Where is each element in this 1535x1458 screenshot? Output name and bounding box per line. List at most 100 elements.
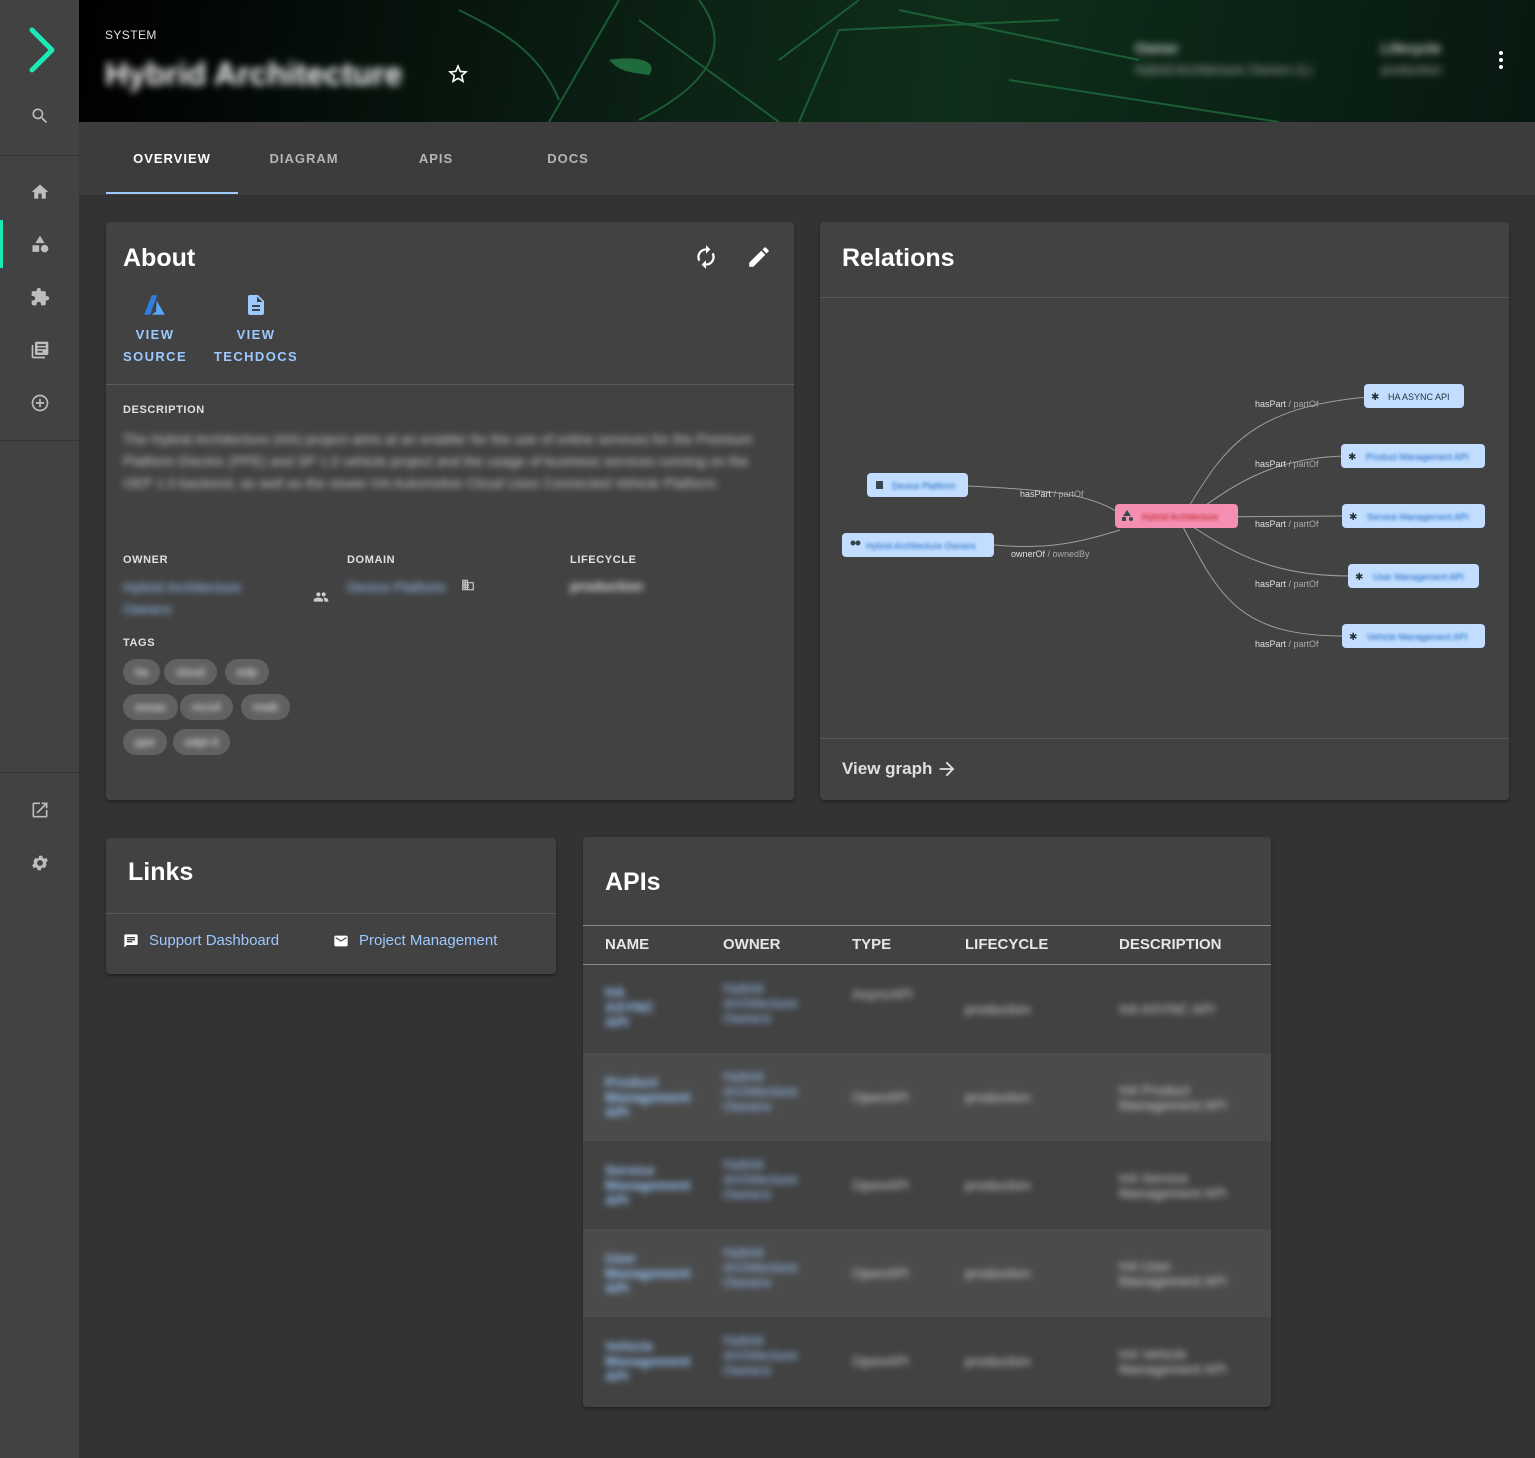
links-card: Links Support Dashboard Project Manageme… [106,838,556,974]
table-row[interactable]: User Management API Hybrid Architecture … [583,1229,1271,1317]
relation-node[interactable]: ✱ Service Management API [1342,504,1485,528]
column-header-type[interactable]: TYPE [852,936,891,953]
entity-header: SYSTEM Hybrid Architecture Owner Hybrid … [79,0,1535,122]
edge-label: hasPart / partOf [1020,489,1084,499]
lifecycle-value: production [570,578,644,594]
svg-text:Product Management API: Product Management API [1366,452,1469,462]
view-techdocs-link[interactable]: VIEW TECHDOCS [213,292,299,368]
sidebar-item-settings[interactable] [0,843,79,883]
tags-label: TAGS [123,637,156,649]
svg-text:hasPart / partOf: hasPart / partOf [1255,459,1319,469]
relations-graph: Device Platform hasPart / partOf Hybrid … [842,384,1485,649]
svg-text:hasPart / partOf: hasPart / partOf [1255,579,1319,589]
table-row[interactable]: Product Management API Hybrid Architectu… [583,1053,1271,1141]
sidebar-item-catalog[interactable] [0,220,79,268]
catalog-icon [32,235,48,253]
relations-title: Relations [842,244,955,272]
view-source-link[interactable]: VIEW SOURCE [123,292,187,368]
search-icon [31,108,47,124]
gear-icon [31,855,48,871]
relation-node[interactable]: ✱ Vehicle Management API [1342,624,1485,648]
svg-text:HA ASYNC API: HA ASYNC API [1388,392,1450,402]
table-row[interactable]: Service Management API Hybrid Architectu… [583,1141,1271,1229]
chat-icon [124,933,138,948]
tag-chip: mcs4 [180,694,233,720]
open-in-new-icon [32,802,47,818]
mail-icon [334,935,348,946]
group-icon [313,592,329,602]
home-icon [31,184,48,199]
column-header-owner[interactable]: OWNER [723,936,781,953]
tag-chip: mwb [241,694,291,720]
sidebar-item-create[interactable] [0,383,79,423]
sidebar-item-search[interactable] [0,96,79,136]
add-circle-icon [31,394,48,412]
star-icon[interactable] [446,62,470,86]
edge-label: ownerOf / ownedBy [1011,549,1090,559]
column-header-description[interactable]: DESCRIPTION [1119,936,1222,953]
relation-node[interactable]: ✱ User Management API [1348,564,1479,588]
arrow-forward-icon [940,761,955,777]
svg-text:✱: ✱ [1371,392,1379,403]
azure-icon [144,295,165,315]
page-title: Hybrid Architecture [105,56,403,92]
refresh-icon[interactable] [693,244,719,270]
apis-title: APIs [605,868,661,896]
tab-docs[interactable]: DOCS [502,122,634,195]
svg-text:User Management API: User Management API [1373,572,1464,582]
entity-kind: SYSTEM [105,28,157,42]
project-management-link[interactable]: Project Management [333,932,497,949]
svg-text:Vehicle Management API: Vehicle Management API [1367,632,1468,642]
tag-chip: ppe [123,729,168,755]
lifecycle-label: LIFECYCLE [570,554,637,566]
column-header-name[interactable]: NAME [605,936,649,953]
svg-text:Service Management API: Service Management API [1367,512,1469,522]
domain-icon [462,579,474,591]
relation-node[interactable]: ✱ HA ASYNC API [1364,384,1464,408]
edit-icon[interactable] [746,244,772,270]
tab-bar: OVERVIEW DIAGRAM APIS DOCS [79,122,1535,195]
table-row[interactable]: HA ASYNC API Hybrid Architecture Owners … [583,965,1271,1053]
sidebar-item-home[interactable] [0,172,79,212]
svg-text:Hybrid Architecture: Hybrid Architecture [1142,512,1218,522]
svg-text:✱: ✱ [1355,572,1363,583]
svg-text:hasPart / partOf: hasPart / partOf [1255,399,1319,409]
tab-overview[interactable]: OVERVIEW [106,122,238,195]
relation-node[interactable]: Hybrid Architecture Owners [842,533,994,557]
table-row[interactable]: Vehicle Management API Hybrid Architectu… [583,1317,1271,1405]
tag-chip: sesac [123,694,179,720]
sidebar-item-docs[interactable] [0,330,79,370]
description-text: The Hybrid Architecture (HA) project aim… [123,431,753,491]
description-icon [248,295,264,315]
tab-apis[interactable]: APIS [370,122,502,195]
owner-link[interactable]: Hybrid Architecture Owners [123,576,273,620]
sidebar-item-apis[interactable] [0,277,79,317]
support-dashboard-link[interactable]: Support Dashboard [123,932,279,949]
chevron-logo[interactable] [24,26,60,74]
relations-card: Relations Device Platform hasPart / part… [820,222,1509,800]
relation-node[interactable]: Device Platform [867,473,968,497]
about-title: About [123,244,196,272]
owner-label: OWNER [123,554,169,566]
header-owner: Owner Hybrid Architecture Owners (L) [1135,40,1313,77]
header-lifecycle: Lifecycle production [1381,40,1442,77]
tag-chip: cloud [164,659,217,685]
domain-label: DOMAIN [347,554,396,566]
svg-text:hasPart / partOf: hasPart / partOf [1255,639,1319,649]
relation-node[interactable]: ✱ Product Management API [1341,444,1485,468]
svg-text:✱: ✱ [1349,632,1357,643]
tab-diagram[interactable]: DIAGRAM [238,122,370,195]
puzzle-icon [31,287,49,306]
tab-indicator [106,192,238,194]
sidebar-item-external[interactable] [0,790,79,830]
apis-card: APIs NAME OWNER TYPE LIFECYCLE DESCRIPTI… [583,837,1271,1407]
view-graph-link[interactable]: View graph [842,758,958,780]
library-icon [31,341,48,359]
links-title: Links [128,858,194,886]
relation-center-node[interactable]: Hybrid Architecture [1115,504,1238,528]
column-header-lifecycle[interactable]: LIFECYCLE [965,936,1048,953]
about-card: About VIEW SOURCE VIEW TECHDOCS DESCRIPT… [106,222,794,800]
more-vert-icon[interactable] [1489,48,1513,72]
domain-link[interactable]: Device Platform [347,576,446,598]
svg-text:Hybrid Architecture Owners: Hybrid Architecture Owners [866,541,976,551]
